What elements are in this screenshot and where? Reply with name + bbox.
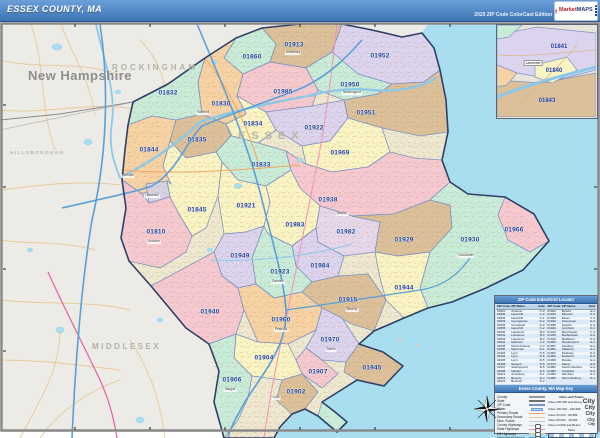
map-key-body: County State ZIP Code Water Primary Roads Sec… xyxy=(495,393,597,438)
map-key-symbols: County State ZIP Code Water Primary Roads Sec… xyxy=(497,395,545,438)
index-cell: 01921 xyxy=(497,379,506,384)
scale-bars: MilesKilometers xyxy=(547,428,596,438)
index-cell: 01985 xyxy=(547,375,556,380)
scale-row: Miles xyxy=(547,428,596,438)
index-cell: West Newbury xyxy=(561,376,582,380)
inset-zip-label: 01843 xyxy=(538,98,556,104)
inset-zip-label: 01840 xyxy=(545,68,563,74)
legend-panel: ZIP Code Index/Grid Locator ZIP Code ZIP … xyxy=(494,295,598,438)
scale-bar xyxy=(547,433,596,438)
city-size-row: Cities 24,999 and Below City xyxy=(548,423,595,427)
index-cell: D-3 xyxy=(539,379,545,384)
zip-index-right: ZIP Code ZIP Name Grid 01922 Byfield E-2 01923… xyxy=(546,304,597,384)
index-cell: Boxford xyxy=(511,380,522,384)
city-size-label: Cities 24,999 and Below xyxy=(547,423,581,428)
city-size-label: Cities 25,000 - 49,999 xyxy=(547,418,578,423)
county-symbol xyxy=(528,395,545,398)
city-size-rows: Cities 250,000 and Above City Cities 100,0… xyxy=(547,398,595,427)
state-symbol xyxy=(528,399,545,402)
city-size-label: Cities 250,000 and Above xyxy=(547,399,583,404)
index-row: 01985 West Newbury D-1 xyxy=(547,375,597,381)
us-highways-symbol xyxy=(528,431,545,438)
zip-index-left: ZIP Code ZIP Name Grid 01810 Andover C-3 01830… xyxy=(496,304,546,384)
county-highways-symbol xyxy=(528,423,545,429)
city-size-label: Cities 50,000 - 99,999 xyxy=(547,412,578,417)
inset-zip-label: 01841 xyxy=(550,44,568,50)
inset-city-label: Lawrence xyxy=(523,60,543,66)
map-key-cities: Cities and Towns Cities 250,000 and Abov… xyxy=(547,395,596,438)
index-row: 01921 Boxford D-3 xyxy=(496,380,546,384)
secondary-roads-symbol xyxy=(528,416,545,419)
index-header-cell: ZIP Name xyxy=(511,305,525,308)
city-size-label: Cities 100,000 - 249,999 xyxy=(547,406,581,411)
lawrence-inset-map: 01841 01840 01843 Lawrence xyxy=(496,24,598,119)
index-header-cell: ZIP Name xyxy=(561,305,576,308)
compass-rose-icon xyxy=(473,395,501,423)
map-poster-page: ESSEX COUNTY, MA 2025 ZIP Code ColorCast… xyxy=(0,0,600,438)
water-symbol xyxy=(529,407,545,411)
index-cell: D-1 xyxy=(590,375,595,380)
index-header-cell: ZIP Code xyxy=(497,304,510,308)
state-highways-symbol xyxy=(528,427,545,433)
misc-roads-symbol xyxy=(528,420,545,423)
city-size-sample: City xyxy=(588,422,595,427)
zip-index-table: ZIP Code ZIP Name Grid 01810 Andover C-3 01830… xyxy=(495,304,597,385)
index-header-cell: Grid xyxy=(588,304,595,308)
index-title: ZIP Code Index/Grid Locator xyxy=(495,296,597,304)
index-header-cell: ZIP Code xyxy=(547,304,561,308)
primary-roads-symbol xyxy=(528,412,545,415)
zip-code-symbol xyxy=(528,403,545,406)
map-key-title: Essex County, MA Map Key xyxy=(495,384,597,393)
index-header-cell: Grid xyxy=(538,304,545,308)
